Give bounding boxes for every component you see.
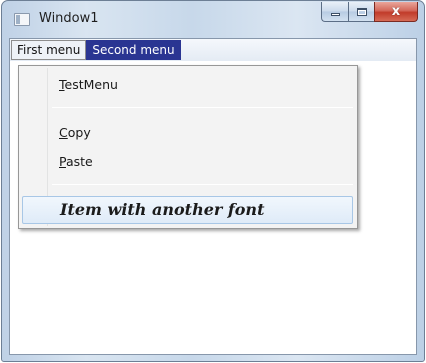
menu-item-paste[interactable]: Paste: [59, 154, 93, 169]
menu-separator: [52, 107, 353, 108]
menu-separator: [52, 184, 353, 185]
menu-item-label: estMenu: [64, 77, 118, 92]
close-button[interactable]: x: [374, 2, 418, 22]
menu-bar: First menu Second menu: [10, 39, 416, 61]
menu-item-label: opy: [67, 125, 91, 140]
window-icon[interactable]: [14, 13, 30, 26]
menu-item-label: aste: [65, 154, 93, 169]
minimize-icon: [330, 13, 340, 16]
caption-buttons: x: [321, 2, 418, 22]
access-key: P: [59, 154, 66, 169]
minimize-button[interactable]: [321, 2, 348, 22]
menu-item-copy[interactable]: Copy: [59, 125, 91, 140]
access-key: C: [59, 125, 68, 140]
menu-second[interactable]: Second menu: [86, 40, 181, 60]
maximize-icon: [356, 7, 367, 16]
dropdown-menu: TestMenu Copy Paste Item with another fo…: [18, 65, 358, 229]
maximize-button[interactable]: [348, 2, 374, 22]
menu-item-another-font[interactable]: Item with another font: [22, 196, 353, 224]
close-icon: x: [391, 4, 401, 19]
menu-first[interactable]: First menu: [11, 40, 87, 60]
menu-item-testmenu[interactable]: TestMenu: [59, 77, 118, 92]
menu-item-label: Item with another font: [60, 200, 265, 219]
title-bar[interactable]: Window1 x: [2, 1, 424, 39]
window-title: Window1: [39, 11, 99, 26]
